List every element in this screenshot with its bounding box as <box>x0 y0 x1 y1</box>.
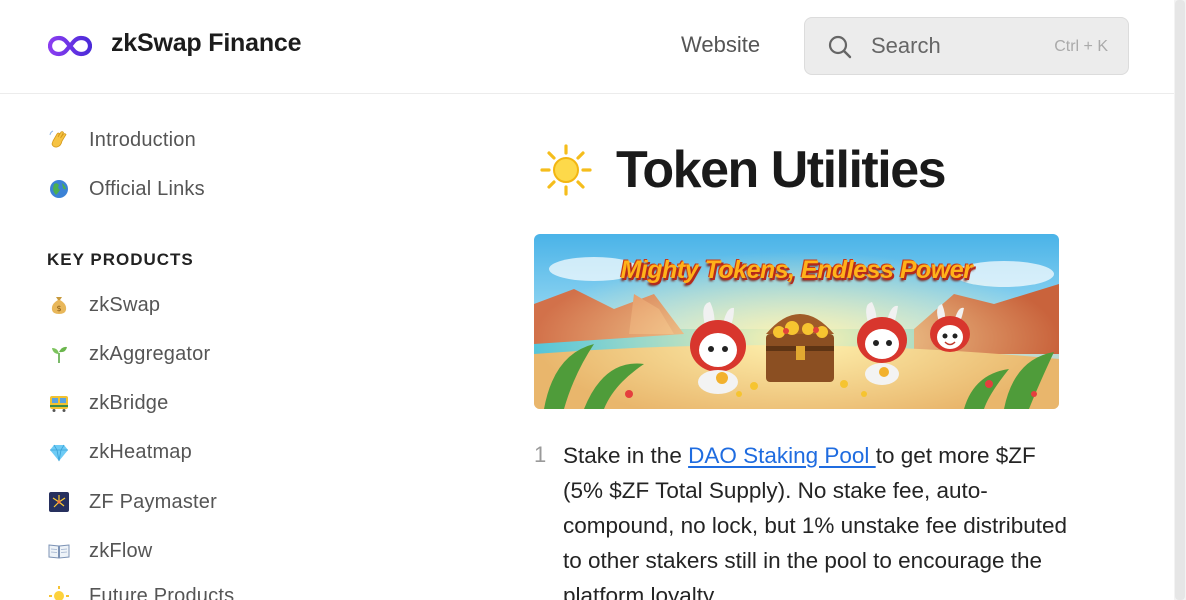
sidebar-item-zf-paymaster[interactable]: ZF Paymaster <box>48 487 217 517</box>
website-link[interactable]: Website <box>681 32 760 58</box>
section-title-key-products: KEY PRODUCTS <box>47 250 194 269</box>
hero-banner-image: Mighty Tokens, Endless Power <box>534 234 1059 409</box>
sidebar-item-future-products[interactable]: Future Products <box>48 581 234 600</box>
list-item-number: 1 <box>534 442 547 467</box>
sidebar-item-official-links[interactable]: Official Links <box>48 174 205 204</box>
sidebar-item-zkswap[interactable]: $ zkSwap <box>48 290 160 320</box>
waving-hand-icon <box>49 130 67 148</box>
tram-icon <box>50 396 68 412</box>
dao-staking-pool-link[interactable]: DAO Staking Pool <box>688 443 876 468</box>
top-header: zkSwap Finance Website Search Ctrl + K <box>0 0 1174 94</box>
gem-icon <box>50 444 68 462</box>
list-text-before: Stake in the <box>563 443 689 468</box>
sun-icon <box>49 586 69 600</box>
sidebar-item-zkflow[interactable]: zkFlow <box>48 536 152 566</box>
banner-headline: Mighty Tokens, Endless Power <box>620 256 973 284</box>
fireworks-icon <box>49 492 69 512</box>
open-book-icon <box>48 544 70 559</box>
page-title: Token Utilities <box>616 141 947 199</box>
svg-text:$: $ <box>56 304 61 313</box>
zkswap-logo-icon[interactable] <box>48 32 92 60</box>
brand-name[interactable]: zkSwap Finance <box>111 29 302 58</box>
sidebar-item-introduction[interactable]: Introduction <box>48 125 196 155</box>
money-bag-icon: $ <box>51 297 67 314</box>
globe-icon <box>50 180 68 198</box>
search-placeholder: Search <box>871 33 941 58</box>
seedling-icon <box>52 346 67 363</box>
sun-icon <box>540 144 592 196</box>
list-item-text: Stake in the DAO Staking Pool to get mor… <box>563 438 1073 600</box>
sidebar-nav: Introduction Official Links KEY PRODUCTS… <box>0 95 420 600</box>
sidebar-item-zkaggregator[interactable]: zkAggregator <box>48 339 210 369</box>
search-box[interactable]: Search Ctrl + K <box>804 17 1129 75</box>
page-heading: Token Utilities <box>540 140 947 200</box>
sidebar-item-zkheatmap[interactable]: zkHeatmap <box>48 437 192 467</box>
search-icon <box>828 35 852 59</box>
search-shortcut: Ctrl + K <box>1054 38 1108 55</box>
sidebar-item-zkbridge[interactable]: zkBridge <box>48 388 168 418</box>
scrollbar-thumb[interactable] <box>1175 0 1185 600</box>
